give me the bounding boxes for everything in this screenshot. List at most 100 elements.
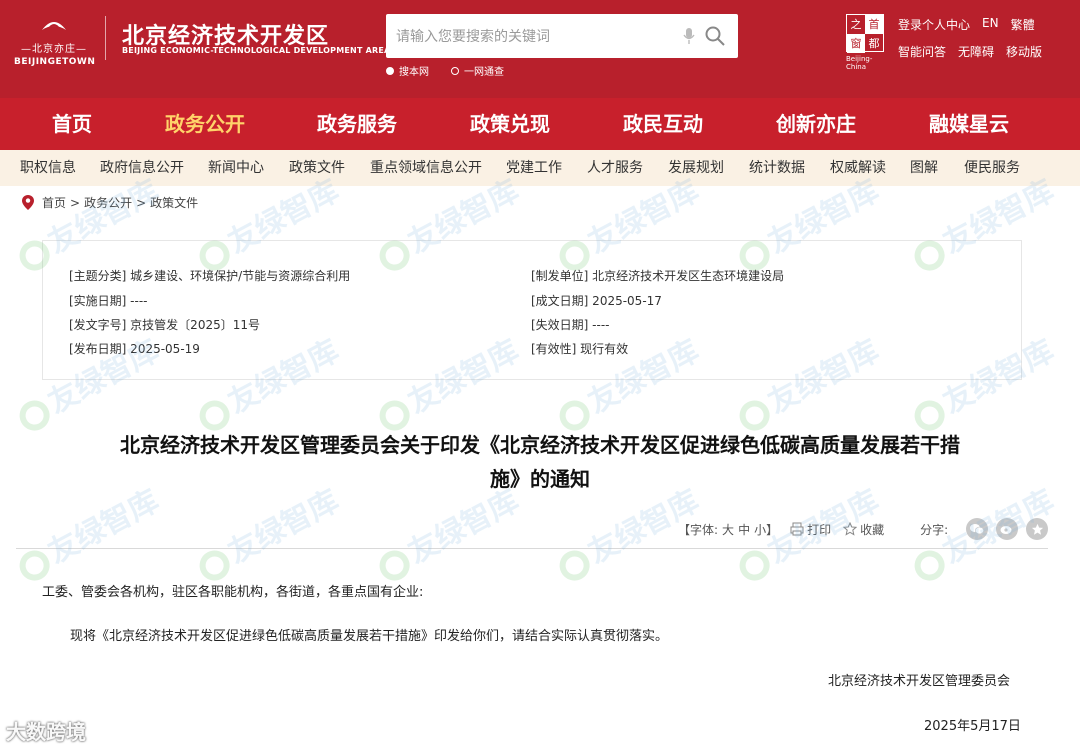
watermark-logo-icon <box>194 544 235 586</box>
sub-nav: 职权信息 政府信息公开 新闻中心 政策文件 重点领域信息公开 党建工作 人才服务… <box>0 150 1080 186</box>
sub-nav-item[interactable]: 政府信息公开 <box>100 150 184 186</box>
search-icon[interactable] <box>704 25 726 47</box>
search-scope: 搜本网 一网通查 <box>386 63 504 78</box>
logo-english: BEIJINGETOWN <box>14 57 96 67</box>
document-title-line1: 北京经济技术开发区管理委员会关于印发《北京经济技术开发区促进绿色低碳高质量发展若… <box>120 433 960 457</box>
meta-pub-date: [发布日期] 2025-05-19 <box>69 342 200 356</box>
print-button[interactable]: 打印 <box>807 521 831 538</box>
badge-char: 窗 <box>847 34 865 53</box>
sub-nav-item[interactable]: 发展规划 <box>668 150 724 186</box>
radio-unchecked-icon <box>451 66 459 75</box>
main-nav-home[interactable]: 首页 <box>40 98 104 150</box>
watermark-logo-icon <box>14 544 55 586</box>
meta-topic: [主题分类] 城乡建设、环境保护/节能与资源综合利用 <box>69 269 351 283</box>
search-box <box>386 14 738 58</box>
sub-nav-item[interactable]: 党建工作 <box>506 150 562 186</box>
weibo-glyph-icon <box>1000 526 1012 534</box>
star-icon[interactable] <box>843 522 858 536</box>
body-greeting: 工委、管委会各机构，驻区各职能机构，各街道，各重点国有企业: <box>42 585 424 600</box>
font-large-button[interactable]: 大 <box>722 521 734 538</box>
capital-window-badge[interactable]: 之 首 窗 都 Beijing-China <box>846 14 890 71</box>
traditional-link[interactable]: 繁體 <box>1011 16 1035 33</box>
site-logo[interactable]: —北京亦庄— BEIJINGETOWN <box>14 12 96 67</box>
main-nav-media[interactable]: 融媒星云 <box>924 98 1014 150</box>
accessibility-link[interactable]: 无障碍 <box>958 43 994 60</box>
breadcrumb-gov-affairs[interactable]: 政务公开 <box>84 194 132 211</box>
microphone-icon[interactable] <box>682 27 696 45</box>
watermark-text: 友绿智库 <box>402 483 525 571</box>
breadcrumb-separator: > <box>70 195 81 210</box>
radio-all-label: 一网通查 <box>464 67 504 78</box>
header-divider <box>105 16 106 60</box>
qzone-share-icon[interactable] <box>1026 518 1049 540</box>
watermark-text: 友绿智库 <box>42 483 165 571</box>
corner-watermark: 大数跨境 <box>6 716 86 745</box>
meta-expire-date: [失效日期] ---- <box>531 318 610 332</box>
badge-char: 之 <box>850 18 862 31</box>
radio-all[interactable]: 一网通查 <box>451 63 504 78</box>
watermark-logo-icon <box>554 544 595 586</box>
document-title: 北京经济技术开发区管理委员会关于印发《北京经济技术开发区促进绿色低碳高质量发展若… <box>20 428 1060 496</box>
wechat-glyph-icon <box>970 524 985 535</box>
weibo-share-icon[interactable] <box>996 518 1019 540</box>
sub-nav-item[interactable]: 图解 <box>910 150 938 186</box>
article-toolbar: 【字体: 大 中 小】 打印 收藏 分字: <box>678 518 1049 540</box>
sub-nav-item[interactable]: 重点领域信息公开 <box>370 150 482 186</box>
body-signature: 北京经济技术开发区管理委员会 <box>828 674 1011 689</box>
qzone-star-icon <box>1031 523 1043 535</box>
main-nav-gov-services[interactable]: 政务服务 <box>312 98 402 150</box>
breadcrumb-policy-docs[interactable]: 政策文件 <box>150 194 198 211</box>
share-label: 分字: <box>920 522 949 537</box>
document-meta-box: [主题分类] 城乡建设、环境保护/节能与资源综合利用 [实施日期] ---- [… <box>42 240 1022 380</box>
sub-nav-item[interactable]: 统计数据 <box>749 150 805 186</box>
font-small-button[interactable]: 小】 <box>754 521 778 538</box>
meta-made-date: [成文日期] 2025-05-17 <box>531 294 662 308</box>
watermark-text: 友绿智库 <box>222 483 345 571</box>
meta-issuer: [制发单位] 北京经济技术开发区生态环境建设局 <box>531 269 785 283</box>
logo-mark-icon <box>42 22 66 31</box>
corner-watermark-text: 大数跨境 <box>6 720 86 744</box>
sub-nav-item[interactable]: 新闻中心 <box>208 150 264 186</box>
print-icon[interactable] <box>790 522 804 536</box>
sub-nav-item[interactable]: 政策文件 <box>289 150 345 186</box>
main-nav: 首页 政务公开 政务服务 政策兑现 政民互动 创新亦庄 融媒星云 <box>0 98 1080 150</box>
favorite-button[interactable]: 收藏 <box>860 521 884 538</box>
font-medium-button[interactable]: 中 <box>738 521 750 538</box>
main-nav-gov-affairs[interactable]: 政务公开 <box>160 98 250 150</box>
mobile-link[interactable]: 移动版 <box>1006 43 1042 60</box>
meta-doc-number: [发文字号] 京技管发〔2025〕11号 <box>69 318 260 332</box>
meta-validity: [有效性] 现行有效 <box>531 342 629 356</box>
badge-char: 首 <box>865 15 883 34</box>
breadcrumb-separator: > <box>136 195 147 210</box>
meta-impl-date: [实施日期] ---- <box>69 294 148 308</box>
radio-site[interactable]: 搜本网 <box>386 63 429 78</box>
radio-site-label: 搜本网 <box>399 67 429 78</box>
badge-box: 之 首 窗 都 <box>846 14 884 53</box>
sub-nav-item[interactable]: 职权信息 <box>20 150 76 186</box>
watermark-logo-icon <box>909 544 950 586</box>
search-input[interactable] <box>396 26 676 46</box>
login-link[interactable]: 登录个人中心 <box>898 16 970 33</box>
wechat-share-icon[interactable] <box>966 518 989 540</box>
main-nav-policy[interactable]: 政策兑现 <box>465 98 555 150</box>
badge-label: Beijing-China <box>846 55 873 71</box>
logo-subtitle: —北京亦庄— <box>21 44 87 55</box>
sub-nav-item[interactable]: 便民服务 <box>964 150 1020 186</box>
breadcrumb-home[interactable]: 首页 <box>42 194 66 211</box>
sub-nav-item[interactable]: 权威解读 <box>830 150 886 186</box>
english-link[interactable]: EN <box>982 16 999 33</box>
site-header: —北京亦庄— BEIJINGETOWN 北京经济技术开发区 BEIJING EC… <box>0 0 1080 98</box>
font-size-label: 【字体: <box>678 522 719 537</box>
main-nav-innovation[interactable]: 创新亦庄 <box>771 98 861 150</box>
site-title-english: BEIJING ECONOMIC-TECHNOLOGICAL DEVELOPME… <box>122 46 391 55</box>
main-nav-interaction[interactable]: 政民互动 <box>618 98 708 150</box>
watermark-logo-icon <box>374 544 415 586</box>
sub-nav-item[interactable]: 人才服务 <box>587 150 643 186</box>
radio-checked-icon <box>386 66 394 75</box>
body-paragraph: 现将《北京经济技术开发区促进绿色低碳高质量发展若干措施》印发给你们，请结合实际认… <box>70 629 669 644</box>
smart-qa-link[interactable]: 智能问答 <box>898 43 946 60</box>
location-pin-icon <box>22 195 34 210</box>
document-title-line2: 施》的通知 <box>490 467 590 491</box>
header-tools: 登录个人中心 EN 繁體 智能问答 无障碍 移动版 <box>898 16 1042 70</box>
body-date: 2025年5月17日 <box>924 719 1021 734</box>
